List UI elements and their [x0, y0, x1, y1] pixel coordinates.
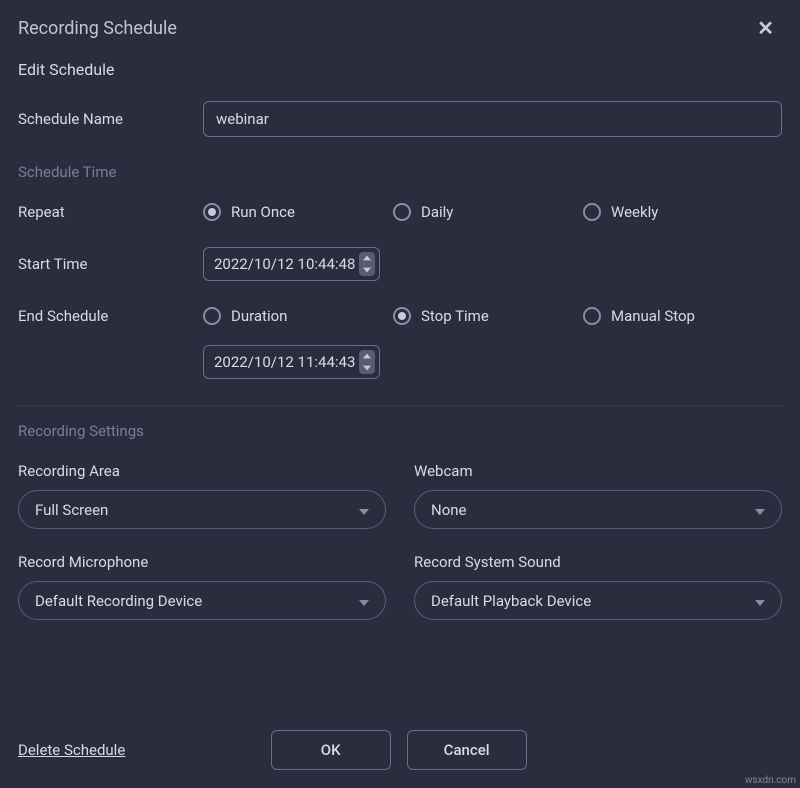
repeat-radio-group: Run Once Daily Weekly [203, 203, 782, 221]
radio-icon [583, 203, 601, 221]
end-time-row: 2022/10/12 11:44:43 [18, 345, 782, 379]
radio-label: Stop Time [421, 307, 489, 325]
record-system-sound-dropdown[interactable]: Default Playback Device [414, 581, 782, 620]
divider [18, 405, 782, 406]
start-time-row: Start Time 2022/10/12 10:44:48 [18, 247, 782, 281]
dialog-subtitle: Edit Schedule [18, 60, 782, 79]
radio-icon [203, 307, 221, 325]
webcam-dropdown[interactable]: None [414, 490, 782, 529]
chevron-down-icon [755, 500, 765, 519]
record-system-sound-col: Record System Sound Default Playback Dev… [414, 553, 782, 620]
radio-label: Duration [231, 307, 287, 325]
spinner-up-icon[interactable] [359, 350, 375, 362]
end-time-value: 2022/10/12 11:44:43 [214, 353, 359, 371]
record-microphone-col: Record Microphone Default Recording Devi… [18, 553, 386, 620]
dialog-footer: Delete Schedule OK Cancel [0, 708, 800, 788]
end-time-field[interactable]: 2022/10/12 11:44:43 [203, 345, 380, 379]
radio-label: Weekly [611, 203, 658, 221]
recording-settings-heading: Recording Settings [18, 422, 782, 440]
radio-label: Daily [421, 203, 453, 221]
radio-label: Run Once [231, 203, 295, 221]
end-manual-stop[interactable]: Manual Stop [583, 307, 773, 325]
dropdown-value: None [431, 501, 467, 519]
repeat-run-once[interactable]: Run Once [203, 203, 393, 221]
recording-area-col: Recording Area Full Screen [18, 462, 386, 529]
radio-icon [583, 307, 601, 325]
radio-icon [393, 203, 411, 221]
end-schedule-radio-group: Duration Stop Time Manual Stop [203, 307, 782, 325]
recording-schedule-dialog: Recording Schedule ✕ Edit Schedule Sched… [0, 0, 800, 788]
end-duration[interactable]: Duration [203, 307, 393, 325]
recording-area-dropdown[interactable]: Full Screen [18, 490, 386, 529]
schedule-name-row: Schedule Name [18, 101, 782, 137]
schedule-name-input[interactable] [203, 101, 782, 137]
spinner-down-icon[interactable] [359, 362, 375, 374]
settings-row-2: Record Microphone Default Recording Devi… [18, 553, 782, 620]
schedule-time-heading: Schedule Time [18, 163, 782, 181]
repeat-daily[interactable]: Daily [393, 203, 583, 221]
end-time-spinner [359, 350, 375, 374]
start-time-label: Start Time [18, 255, 203, 273]
radio-icon [393, 307, 411, 325]
record-system-sound-label: Record System Sound [414, 553, 782, 571]
close-icon[interactable]: ✕ [749, 12, 782, 44]
record-microphone-label: Record Microphone [18, 553, 386, 571]
webcam-col: Webcam None [414, 462, 782, 529]
dialog-content: Edit Schedule Schedule Name Schedule Tim… [0, 54, 800, 708]
watermark: wsxdn.com [745, 775, 796, 786]
schedule-name-label: Schedule Name [18, 110, 203, 128]
repeat-row: Repeat Run Once Daily Weekly [18, 203, 782, 221]
end-stop-time[interactable]: Stop Time [393, 307, 583, 325]
chevron-down-icon [359, 591, 369, 610]
start-time-value: 2022/10/12 10:44:48 [214, 255, 359, 273]
cancel-button[interactable]: Cancel [407, 730, 527, 770]
radio-icon [203, 203, 221, 221]
chevron-down-icon [755, 591, 765, 610]
recording-area-label: Recording Area [18, 462, 386, 480]
dropdown-value: Default Playback Device [431, 592, 591, 610]
dropdown-value: Default Recording Device [35, 592, 202, 610]
end-schedule-label: End Schedule [18, 307, 203, 325]
repeat-weekly[interactable]: Weekly [583, 203, 773, 221]
start-time-spinner [359, 252, 375, 276]
repeat-label: Repeat [18, 203, 203, 221]
chevron-down-icon [359, 500, 369, 519]
webcam-label: Webcam [414, 462, 782, 480]
dialog-title: Recording Schedule [18, 18, 177, 39]
dropdown-value: Full Screen [35, 501, 108, 519]
ok-button[interactable]: OK [271, 730, 391, 770]
delete-schedule-link[interactable]: Delete Schedule [18, 741, 125, 759]
start-time-field[interactable]: 2022/10/12 10:44:48 [203, 247, 380, 281]
radio-label: Manual Stop [611, 307, 695, 325]
spinner-up-icon[interactable] [359, 252, 375, 264]
footer-buttons: OK Cancel [125, 730, 672, 770]
end-schedule-row: End Schedule Duration Stop Time Manual S… [18, 307, 782, 325]
record-microphone-dropdown[interactable]: Default Recording Device [18, 581, 386, 620]
spinner-down-icon[interactable] [359, 264, 375, 276]
settings-row-1: Recording Area Full Screen Webcam None [18, 462, 782, 529]
titlebar: Recording Schedule ✕ [0, 0, 800, 54]
